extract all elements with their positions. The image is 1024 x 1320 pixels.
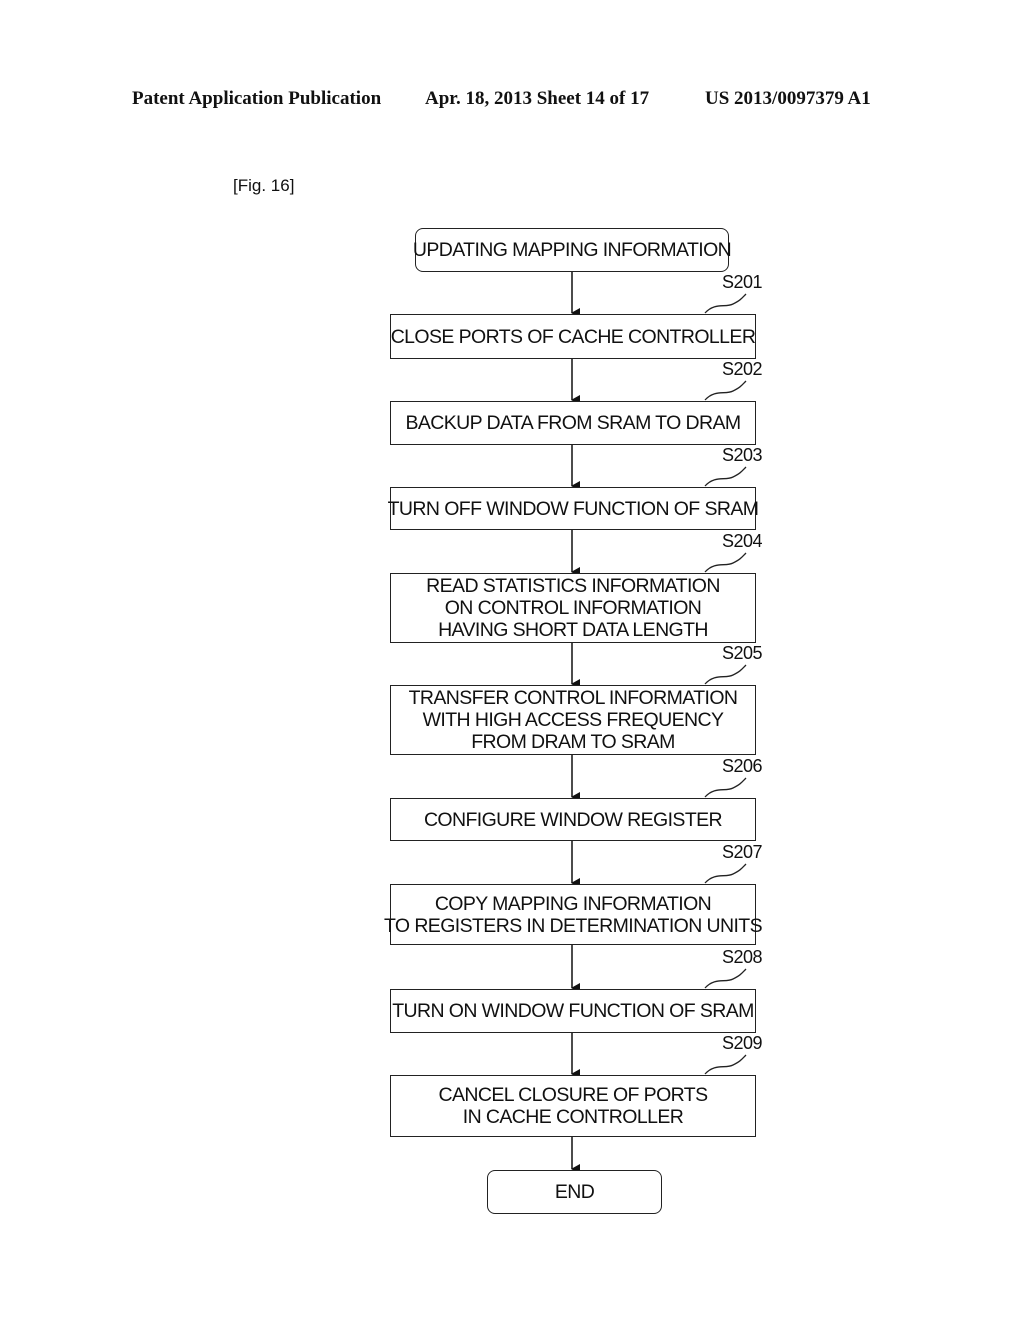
process-text-line: CANCEL CLOSURE OF PORTS: [438, 1084, 708, 1106]
end-terminal: END: [487, 1170, 662, 1214]
leader-squiggle: [704, 863, 747, 884]
process-box-s208: TURN ON WINDOW FUNCTION OF SRAM: [390, 989, 756, 1033]
step-label-s203: S203: [722, 445, 763, 465]
process-text-line: COPY MAPPING INFORMATION: [434, 892, 712, 915]
process-box-s206: CONFIGURE WINDOW REGISTER: [390, 798, 756, 841]
process-text-line: CONFIGURE WINDOW REGISTER: [423, 808, 723, 831]
process-text-line: TO REGISTERS IN DETERMINATION UNITS: [383, 914, 763, 937]
leader-squiggle: [704, 664, 747, 685]
process-text-line: HAVING SHORT DATA LENGTH: [438, 619, 708, 641]
process-text-line: BACKUP DATA FROM SRAM TO DRAM: [405, 412, 741, 434]
process-box-s203: TURN OFF WINDOW FUNCTION OF SRAM: [387, 487, 759, 530]
process-text-line: TURN OFF WINDOW FUNCTION OF SRAM: [387, 497, 759, 520]
leader-squiggle: [704, 293, 747, 314]
process-box-s202: BACKUP DATA FROM SRAM TO DRAM: [390, 401, 756, 445]
leader-squiggle: [704, 968, 747, 989]
step-label-s208: S208: [722, 947, 763, 967]
process-text-line: ON CONTROL INFORMATION: [444, 597, 702, 619]
leader-squiggle: [704, 1054, 747, 1075]
leader-squiggle: [704, 777, 747, 798]
process-box-s201: CLOSE PORTS OF CACHE CONTROLLER: [390, 314, 756, 359]
step-label-s202: S202: [722, 359, 763, 379]
process-box-s209: CANCEL CLOSURE OF PORTS IN CACHE CONTROLL…: [390, 1075, 756, 1137]
step-label-s207: S207: [722, 842, 763, 862]
end-label: END: [554, 1181, 595, 1203]
process-text-line: WITH HIGH ACCESS FREQUENCY: [422, 709, 724, 731]
step-label-s205: S205: [722, 643, 763, 663]
start-terminal: UPDATING MAPPING INFORMATION: [412, 228, 732, 272]
step-label-s204: S204: [722, 531, 763, 551]
step-label-s209: S209: [722, 1033, 763, 1053]
step-label-s201: S201: [722, 272, 763, 292]
process-text-line: FROM DRAM TO SRAM: [471, 731, 675, 753]
process-text-line: TRANSFER CONTROL INFORMATION: [408, 687, 738, 709]
start-label: UPDATING MAPPING INFORMATION: [412, 239, 732, 261]
step-label-s206: S206: [722, 756, 763, 776]
leader-squiggle: [704, 466, 747, 487]
process-box-s207: COPY MAPPING INFORMATION TO REGISTERS IN …: [384, 884, 763, 945]
process-text-line: IN CACHE CONTROLLER: [462, 1106, 684, 1128]
leader-squiggle: [704, 380, 747, 401]
leader-squiggle: [704, 552, 747, 573]
process-text-line: CLOSE PORTS OF CACHE CONTROLLER: [390, 325, 756, 348]
process-text-line: TURN ON WINDOW FUNCTION OF SRAM: [392, 1000, 754, 1022]
process-box-s204: READ STATISTICS INFORMATION ON CONTROL IN…: [390, 573, 756, 643]
process-box-s205: TRANSFER CONTROL INFORMATION WITH HIGH AC…: [390, 685, 756, 755]
process-text-line: READ STATISTICS INFORMATION: [426, 575, 720, 597]
